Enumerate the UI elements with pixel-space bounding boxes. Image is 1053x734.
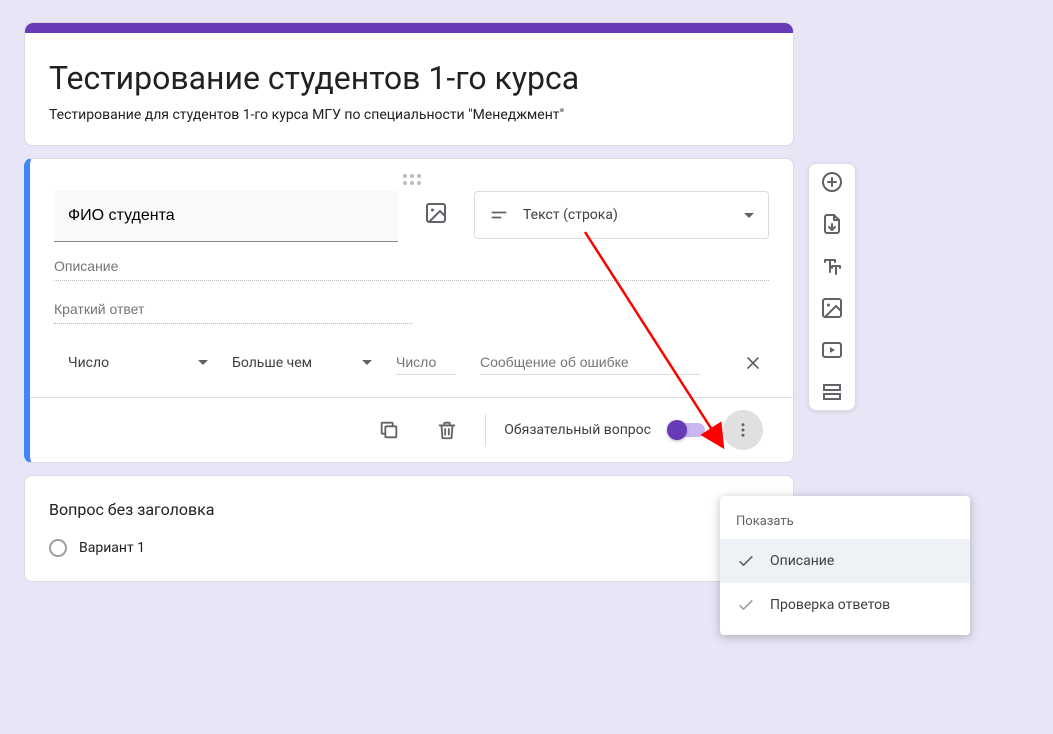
option-label: Вариант 1 <box>79 540 145 556</box>
question-title-input[interactable] <box>54 191 398 242</box>
menu-item-validation[interactable]: Проверка ответов <box>720 583 970 627</box>
add-section-button[interactable] <box>820 380 844 404</box>
form-description[interactable]: Тестирование для студентов 1-го курса МГ… <box>49 107 769 123</box>
question-footer: Обязательный вопрос <box>54 398 769 462</box>
delete-button[interactable] <box>427 410 467 450</box>
menu-item-description[interactable]: Описание <box>720 539 970 583</box>
question-type-label: Текст (строка) <box>523 207 618 223</box>
close-icon <box>743 353 763 373</box>
check-icon <box>736 595 756 615</box>
vertical-divider <box>485 414 486 446</box>
plus-circle-icon <box>820 170 844 194</box>
question-type-select[interactable]: Текст (строка) <box>474 191 769 239</box>
required-label: Обязательный вопрос <box>504 422 651 438</box>
remove-validation-button[interactable] <box>743 353 763 373</box>
validation-row: Число Больше чем <box>54 344 769 397</box>
check-icon <box>736 551 756 571</box>
image-icon <box>820 296 844 320</box>
copy-icon <box>378 419 400 441</box>
import-button[interactable] <box>820 212 844 236</box>
more-vert-icon <box>734 421 752 439</box>
form-title[interactable]: Тестирование студентов 1-го курса <box>49 47 769 107</box>
radio-icon <box>49 539 67 557</box>
required-toggle[interactable] <box>669 423 705 437</box>
image-icon <box>424 201 448 225</box>
question-title: Вопрос без заголовка <box>49 500 769 519</box>
validation-value-input[interactable] <box>396 350 456 375</box>
add-question-button[interactable] <box>820 170 844 194</box>
video-icon <box>820 338 844 362</box>
question-card[interactable]: Вопрос без заголовка Вариант 1 <box>24 475 794 582</box>
chevron-down-icon <box>744 213 754 218</box>
drag-handle[interactable] <box>54 167 769 191</box>
form-header-card: Тестирование студентов 1-го курса Тестир… <box>24 22 794 146</box>
option-row: Вариант 1 <box>49 539 769 557</box>
more-options-button[interactable] <box>723 410 763 450</box>
chevron-down-icon <box>362 360 372 365</box>
text-icon <box>820 254 844 278</box>
validation-error-input[interactable] <box>480 350 700 375</box>
section-icon <box>820 380 844 404</box>
short-answer-placeholder <box>54 295 412 324</box>
validation-type-select[interactable]: Число <box>68 355 208 371</box>
description-input[interactable] <box>54 252 769 281</box>
validation-operator-select[interactable]: Больше чем <box>232 355 372 371</box>
short-text-icon <box>489 205 509 225</box>
question-card-active: Текст (строка) Число Больше чем <box>24 158 794 463</box>
duplicate-button[interactable] <box>369 410 409 450</box>
add-video-button[interactable] <box>820 338 844 362</box>
trash-icon <box>436 419 458 441</box>
import-icon <box>820 212 844 236</box>
toolbar-sidebar <box>808 163 856 411</box>
menu-header: Показать <box>720 510 970 539</box>
options-menu: Показать Описание Проверка ответов <box>720 496 970 635</box>
add-title-button[interactable] <box>820 254 844 278</box>
chevron-down-icon <box>198 360 208 365</box>
accent-bar <box>25 23 793 33</box>
toggle-knob <box>667 420 687 440</box>
add-image-button[interactable] <box>414 191 458 235</box>
add-image-button[interactable] <box>820 296 844 320</box>
